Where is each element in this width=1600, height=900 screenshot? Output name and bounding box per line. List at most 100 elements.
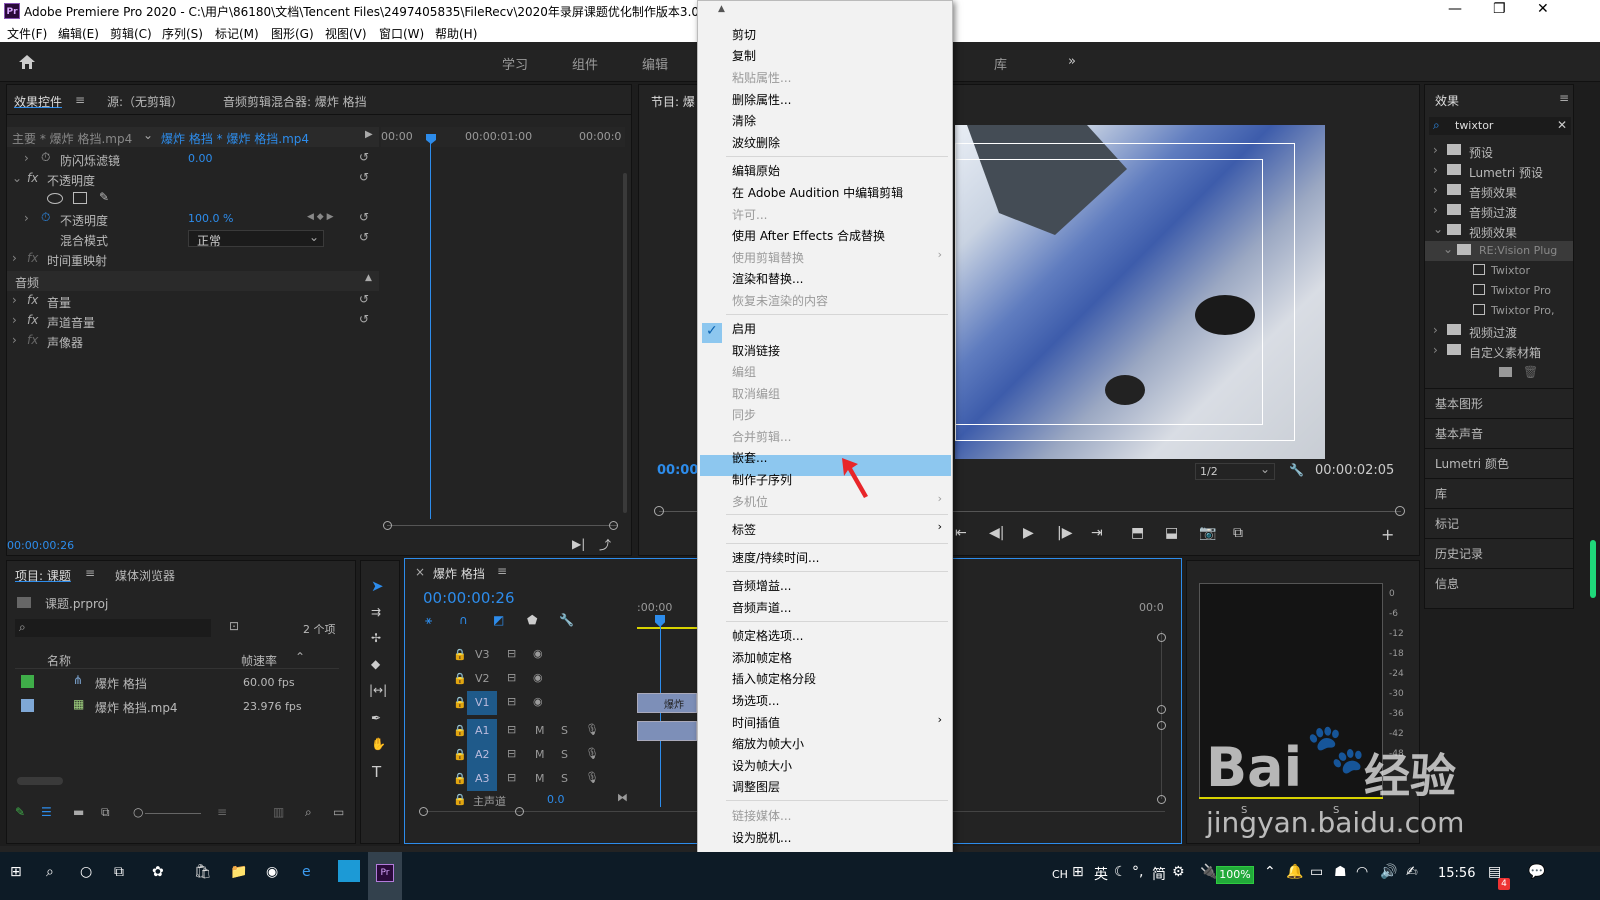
volume-icon[interactable]: 🔊 [1380, 864, 1397, 880]
nest-icon[interactable]: ⚹ [425, 613, 432, 628]
task-view-icon[interactable]: ⧉ [114, 864, 124, 880]
menu-item-speed-duration[interactable]: 速度/持续时间... [732, 549, 820, 566]
linked-select-icon[interactable]: ◩ [493, 613, 504, 627]
menu-item-merge-clips[interactable]: 合并剪辑... [732, 428, 791, 445]
maximize-button[interactable]: ❐ [1493, 1, 1506, 17]
menu-item-audio-gain[interactable]: 音频增益... [732, 577, 791, 594]
solo-button[interactable]: S [561, 748, 568, 761]
effect-row-volume[interactable]: › fx 音量 ↺ [7, 291, 379, 311]
menu-file[interactable]: 文件(F) [7, 25, 47, 42]
menu-item-multi-camera[interactable]: 多机位 [732, 493, 768, 510]
wifi-icon[interactable]: ◠ [1356, 864, 1368, 880]
zoom-slider-handle-icon[interactable]: ○ [133, 805, 143, 819]
menu-item-remove-attributes[interactable]: 删除属性... [732, 91, 791, 108]
video-clip[interactable]: 爆炸 格 [637, 693, 697, 726]
tree-item[interactable]: ⌄ 视频效果 [1425, 221, 1573, 241]
menu-edit[interactable]: 编辑(E) [58, 25, 99, 42]
timeline-vscroll[interactable] [1161, 631, 1162, 799]
reset-icon[interactable]: ↺ [359, 230, 369, 244]
ime-mode[interactable]: 英 [1094, 864, 1108, 884]
menu-item-add-frame-hold[interactable]: 添加帧定格 [732, 649, 792, 666]
app-tray-icon[interactable]: ☗ [1334, 864, 1347, 880]
label-color-swatch[interactable] [21, 699, 34, 712]
stopwatch-active-icon[interactable]: ⏱ [41, 210, 50, 225]
menu-item-label[interactable]: 标签 [732, 521, 756, 538]
ime-settings-icon[interactable]: ⚙ [1172, 864, 1185, 880]
menu-clip[interactable]: 剪辑(C) [110, 25, 152, 42]
menu-item-make-subsequence[interactable]: 制作子序列 [732, 471, 792, 488]
menu-item-group[interactable]: 编组 [732, 363, 756, 380]
tree-item[interactable]: › 自定义素材箱 [1425, 341, 1573, 361]
menu-item-make-offline[interactable]: 设为脱机... [732, 829, 791, 846]
settings-wrench-icon[interactable]: 🔧 [559, 613, 574, 627]
icon-view-icon[interactable]: ▬ [73, 805, 84, 819]
close-tab-icon[interactable]: × [415, 565, 425, 579]
tree-item[interactable]: › 音频效果 [1425, 181, 1573, 201]
menu-graphics[interactable]: 图形(G) [271, 25, 314, 42]
menu-item-link-media[interactable]: 链接媒体... [732, 807, 791, 824]
pen-tool-icon[interactable]: ✒ [371, 711, 381, 725]
tree-item[interactable]: › Lumetri 预设 [1425, 161, 1573, 181]
vertical-scrollbar[interactable] [1590, 540, 1596, 598]
chat-icon[interactable]: 💬 [1528, 864, 1545, 880]
sync-lock-icon[interactable]: ⊟ [507, 647, 516, 660]
menu-item-edit-original[interactable]: 编辑原始 [732, 162, 780, 179]
ime-simplified[interactable]: 简 [1152, 864, 1166, 884]
master-end-icon[interactable]: ⧓ [617, 791, 628, 804]
panel-libraries[interactable]: 库 [1425, 478, 1573, 506]
battery-icon[interactable]: ▭ [1310, 864, 1323, 880]
step-back-icon[interactable]: ◀| [989, 525, 1004, 541]
scroll-handle[interactable] [1157, 721, 1166, 730]
panel-essential-graphics[interactable]: 基本图形 [1425, 388, 1573, 416]
play-icon[interactable]: ▶ [1023, 525, 1034, 541]
reset-icon[interactable]: ↺ [359, 292, 369, 306]
zoom-handle[interactable] [515, 807, 524, 816]
menu-item-replace-with-ae[interactable]: 使用 After Effects 合成替换 [732, 227, 885, 244]
tree-item[interactable]: Twixtor Pro [1425, 281, 1573, 301]
menu-help[interactable]: 帮助(H) [435, 25, 477, 42]
find-icon[interactable]: ⌕ [305, 805, 312, 820]
collapse-arrow-icon[interactable]: ▶ [365, 129, 373, 140]
home-icon[interactable] [18, 54, 36, 70]
master-clip-label[interactable]: 主要 * 爆炸 格挡.mp4 [12, 130, 132, 147]
project-item[interactable]: ⋔ 爆炸 格挡 60.00 fps [15, 671, 339, 693]
menu-item-field-options[interactable]: 场选项... [732, 692, 779, 709]
menu-item-license[interactable]: 许可... [732, 206, 767, 223]
slip-tool-icon[interactable]: |↔| [369, 683, 387, 697]
chrome-icon[interactable]: ◉ [266, 864, 278, 880]
reset-icon[interactable]: ↺ [359, 210, 369, 224]
track-select-icon[interactable]: ⇉ [371, 605, 381, 619]
store-icon[interactable]: 🛍 [194, 864, 212, 880]
lock-icon[interactable]: 🔒 [453, 696, 467, 709]
lock-icon[interactable]: 🔒 [453, 724, 467, 737]
pen-tray-icon[interactable]: ✍ [1406, 864, 1418, 880]
tab-effect-controls[interactable]: 效果控件 [14, 93, 62, 110]
track-label[interactable]: A2 [467, 743, 497, 767]
fx-icon[interactable]: fx [27, 171, 38, 185]
microphone-icon[interactable]: 🎙 [585, 723, 599, 736]
chevron-right-icon[interactable]: › [24, 151, 29, 165]
menu-sequence[interactable]: 序列(S) [162, 25, 203, 42]
sync-lock-icon[interactable]: ⊟ [507, 747, 516, 760]
effect-value[interactable]: 100.0 % [188, 212, 233, 225]
cortana-icon[interactable]: ○ [80, 864, 92, 880]
hand-tool-icon[interactable]: ✋ [371, 737, 386, 751]
panel-history[interactable]: 历史记录 [1425, 538, 1573, 566]
menu-item-replace-with-clip[interactable]: 使用剪辑替换 [732, 249, 804, 266]
camera-icon[interactable]: 📷 [1199, 525, 1216, 541]
razor-icon[interactable]: ◆ [371, 657, 380, 671]
chevron-right-icon[interactable]: › [12, 313, 17, 327]
tree-item[interactable]: › 视频过渡 [1425, 321, 1573, 341]
menu-item-clear[interactable]: 清除 [732, 112, 756, 129]
scrub-handle[interactable] [654, 506, 664, 516]
add-button-icon[interactable]: + [1381, 525, 1394, 544]
tab-menu-icon[interactable]: ≡ [85, 566, 95, 580]
workspace-assembly[interactable]: 组件 [572, 54, 598, 73]
master-value[interactable]: 0.0 [547, 793, 565, 806]
sort-asc-icon[interactable]: ⌃ [295, 650, 305, 664]
clip-dropdown-icon[interactable]: ⌄ [143, 128, 153, 142]
sync-lock-icon[interactable]: ⊟ [507, 723, 516, 736]
track-label[interactable]: V2 [475, 672, 490, 685]
menu-item-unlink[interactable]: 取消链接 [732, 342, 780, 359]
menu-window[interactable]: 窗口(W) [379, 25, 424, 42]
